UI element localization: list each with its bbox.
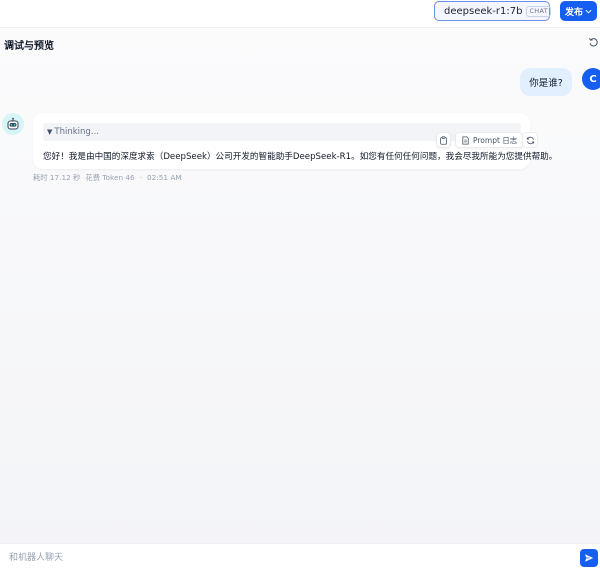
clipboard-icon bbox=[440, 135, 447, 145]
bot-message-text: 您好！我是由中国的深度求索（DeepSeek）公司开发的智能助手DeepSeek… bbox=[43, 152, 558, 162]
send-button[interactable] bbox=[580, 549, 598, 567]
message-actions: Prompt 日志 bbox=[436, 132, 524, 148]
debug-preview-panel: 调试与预览 你是谁? C ▼ Thinking... 您好！我是由中国的深度求索… bbox=[0, 27, 600, 572]
regenerate-button[interactable] bbox=[522, 132, 538, 148]
user-message-bubble: 你是谁? bbox=[520, 68, 572, 96]
chat-input-bar bbox=[0, 543, 600, 572]
model-name: deepseek-r1:7b bbox=[444, 5, 523, 17]
refresh-icon bbox=[526, 136, 534, 144]
send-icon bbox=[585, 554, 594, 562]
user-message-text: 你是谁? bbox=[529, 78, 563, 89]
model-mode-badge: CHAT bbox=[526, 5, 552, 17]
user-avatar: C bbox=[582, 68, 600, 90]
user-avatar-letter: C bbox=[589, 73, 597, 85]
thinking-label: Thinking... bbox=[54, 127, 99, 137]
bot-avatar bbox=[2, 113, 24, 135]
publish-button[interactable]: 发布 bbox=[560, 1, 597, 21]
chat-input[interactable] bbox=[0, 544, 570, 572]
message-meta: 耗时 17.12 秒 花费 Token 46 · 02:51 AM bbox=[33, 173, 182, 183]
prompt-log-button[interactable]: Prompt 日志 bbox=[455, 132, 524, 148]
publish-label: 发布 bbox=[564, 7, 583, 18]
message-timestamp: 02:51 AM bbox=[147, 173, 182, 182]
chevron-down-icon bbox=[585, 9, 592, 14]
token-usage: 花费 Token 46 bbox=[85, 173, 135, 182]
model-selector[interactable]: deepseek-r1:7b CHAT bbox=[434, 1, 552, 21]
robot-avatar-icon bbox=[7, 117, 19, 130]
elapsed-time: 耗时 17.12 秒 bbox=[33, 173, 81, 182]
restart-icon[interactable] bbox=[588, 37, 599, 48]
meta-separator: · bbox=[139, 173, 143, 182]
panel-title: 调试与预览 bbox=[4, 41, 54, 52]
top-bar: deepseek-r1:7b CHAT 发布 bbox=[0, 0, 600, 24]
document-icon bbox=[462, 135, 469, 145]
caret-down-icon: ▼ bbox=[47, 128, 53, 136]
copy-button[interactable] bbox=[436, 132, 451, 148]
prompt-log-label: Prompt 日志 bbox=[473, 135, 518, 145]
